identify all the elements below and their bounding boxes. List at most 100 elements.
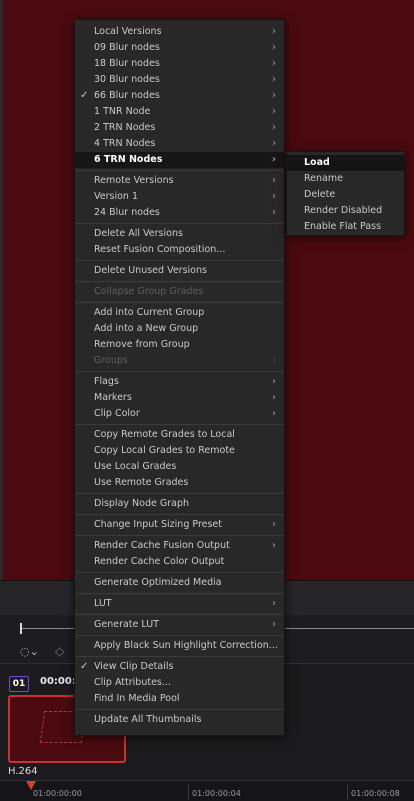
menu-item-remote-versions[interactable]: Remote Versions › (75, 173, 284, 189)
submenu-item-rename[interactable]: Rename (287, 171, 404, 187)
menu-item-label: Use Remote Grades (94, 477, 189, 488)
selection-tool-icon[interactable]: ◌⌄ (20, 645, 39, 658)
ruler-label: 01:00:00:04 (192, 789, 241, 798)
menu-item-delete-all-versions[interactable]: Delete All Versions (75, 226, 284, 242)
menu-item-display-node-graph[interactable]: Display Node Graph (75, 496, 284, 512)
menu-separator (75, 514, 284, 515)
submenu-item-label: Enable Flat Pass (304, 221, 382, 232)
menu-item-label: Clip Color (94, 408, 140, 419)
menu-item-label: 18 Blur nodes (94, 58, 160, 69)
submenu-arrow-icon: › (272, 106, 276, 117)
menu-item-1-tnr-node[interactable]: 1 TNR Node › (75, 104, 284, 120)
menu-item-generate-lut[interactable]: Generate LUT › (75, 617, 284, 633)
menu-item-render-cache-fusion-output[interactable]: Render Cache Fusion Output › (75, 538, 284, 554)
menu-item-label: Groups (94, 355, 128, 366)
scrubber-playhead[interactable] (20, 623, 22, 634)
menu-item-delete-unused-versions[interactable]: Delete Unused Versions (75, 263, 284, 279)
menu-separator (75, 572, 284, 573)
menu-item-add-into-a-new-group[interactable]: Add into a New Group (75, 321, 284, 337)
menu-item-render-cache-color-output[interactable]: Render Cache Color Output (75, 554, 284, 570)
menu-separator (75, 260, 284, 261)
menu-item-label: Collapse Group Grades (94, 286, 204, 297)
menu-item-label: Remote Versions (94, 175, 174, 186)
menu-item-label: Add into a New Group (94, 323, 199, 334)
submenu-arrow-icon: › (272, 619, 276, 630)
menu-item-groups: Groups › (75, 353, 284, 369)
menu-item-label: Flags (94, 376, 119, 387)
clip-codec-label: H.264 (8, 766, 38, 777)
menu-item-09-blur-nodes[interactable]: 09 Blur nodes › (75, 40, 284, 56)
submenu-item-enable-flat-pass[interactable]: Enable Flat Pass (287, 219, 404, 235)
clip-number-badge: 01 (9, 676, 29, 692)
menu-item-label: 09 Blur nodes (94, 42, 160, 53)
menu-item-generate-optimized-media[interactable]: Generate Optimized Media (75, 575, 284, 591)
menu-item-label: Update All Thumbnails (94, 714, 202, 725)
menu-item-label: Remove from Group (94, 339, 190, 350)
menu-item-label: Markers (94, 392, 132, 403)
menu-item-flags[interactable]: Flags › (75, 374, 284, 390)
menu-item-version-1[interactable]: Version 1 › (75, 189, 284, 205)
menu-item-find-in-media-pool[interactable]: Find In Media Pool (75, 691, 284, 707)
menu-item-label: Clip Attributes... (94, 677, 171, 688)
menu-item-copy-local-grades-to-remote[interactable]: Copy Local Grades to Remote (75, 443, 284, 459)
menu-item-6-trn-nodes[interactable]: 6 TRN Nodes › (75, 152, 284, 168)
menu-item-copy-remote-grades-to-local[interactable]: Copy Remote Grades to Local (75, 427, 284, 443)
menu-item-label: Apply Black Sun Highlight Correction... (94, 640, 278, 651)
menu-separator (75, 223, 284, 224)
menu-item-markers[interactable]: Markers › (75, 390, 284, 406)
menu-item-label: Change Input Sizing Preset (94, 519, 222, 530)
menu-item-label: Generate LUT (94, 619, 159, 630)
menu-item-reset-fusion-composition[interactable]: Reset Fusion Composition... (75, 242, 284, 258)
menu-item-label: Reset Fusion Composition... (94, 244, 226, 255)
menu-separator (75, 302, 284, 303)
menu-separator (75, 709, 284, 710)
menu-item-label: Local Versions (94, 26, 162, 37)
menu-item-local-versions[interactable]: Local Versions › (75, 24, 284, 40)
menu-item-clip-attributes[interactable]: Clip Attributes... (75, 675, 284, 691)
menu-item-use-local-grades[interactable]: Use Local Grades (75, 459, 284, 475)
submenu-arrow-icon: › (272, 519, 276, 530)
menu-item-label: 30 Blur nodes (94, 74, 160, 85)
menu-separator (75, 170, 284, 171)
submenu-arrow-icon: › (271, 154, 276, 165)
menu-separator (75, 656, 284, 657)
menu-item-label: Version 1 (94, 191, 138, 202)
menu-item-label: 1 TNR Node (94, 106, 151, 117)
submenu-arrow-icon: › (272, 376, 276, 387)
timeline-ruler[interactable]: 01:00:00:00 01:00:00:04 01:00:00:08 (0, 780, 414, 801)
submenu-item-label: Rename (304, 173, 343, 184)
menu-item-18-blur-nodes[interactable]: 18 Blur nodes › (75, 56, 284, 72)
ruler-tick (347, 784, 348, 800)
menu-item-change-input-sizing-preset[interactable]: Change Input Sizing Preset › (75, 517, 284, 533)
menu-item-4-trn-nodes[interactable]: 4 TRN Nodes › (75, 136, 284, 152)
menu-item-24-blur-nodes[interactable]: 24 Blur nodes › (75, 205, 284, 221)
submenu-arrow-icon: › (272, 42, 276, 53)
submenu-arrow-icon: › (272, 138, 276, 149)
menu-item-30-blur-nodes[interactable]: 30 Blur nodes › (75, 72, 284, 88)
submenu-arrow-icon: › (272, 392, 276, 403)
layers-icon[interactable]: ◇ (55, 644, 64, 658)
submenu-arrow-icon: › (272, 408, 276, 419)
menu-item-update-all-thumbnails[interactable]: Update All Thumbnails (75, 712, 284, 728)
menu-item-label: LUT (94, 598, 112, 609)
menu-item-66-blur-nodes[interactable]: ✓ 66 Blur nodes › (75, 88, 284, 104)
menu-item-remove-from-group[interactable]: Remove from Group (75, 337, 284, 353)
menu-separator (75, 614, 284, 615)
menu-item-collapse-group-grades: Collapse Group Grades (75, 284, 284, 300)
submenu-item-load[interactable]: Load (287, 155, 404, 171)
submenu-item-render-disabled[interactable]: Render Disabled (287, 203, 404, 219)
submenu-item-label: Delete (304, 189, 336, 200)
menu-item-lut[interactable]: LUT › (75, 596, 284, 612)
viewer-edge (0, 0, 3, 580)
menu-item-add-into-current-group[interactable]: Add into Current Group (75, 305, 284, 321)
menu-item-label: View Clip Details (94, 661, 174, 672)
menu-item-view-clip-details[interactable]: ✓ View Clip Details (75, 659, 284, 675)
menu-item-use-remote-grades[interactable]: Use Remote Grades (75, 475, 284, 491)
menu-item-2-trn-nodes[interactable]: 2 TRN Nodes › (75, 120, 284, 136)
submenu-arrow-icon: › (272, 26, 276, 37)
ruler-tick (188, 784, 189, 800)
menu-item-clip-color[interactable]: Clip Color › (75, 406, 284, 422)
menu-separator (75, 493, 284, 494)
submenu-item-delete[interactable]: Delete (287, 187, 404, 203)
menu-item-apply-black-sun-highlight-correction[interactable]: Apply Black Sun Highlight Correction... (75, 638, 284, 654)
